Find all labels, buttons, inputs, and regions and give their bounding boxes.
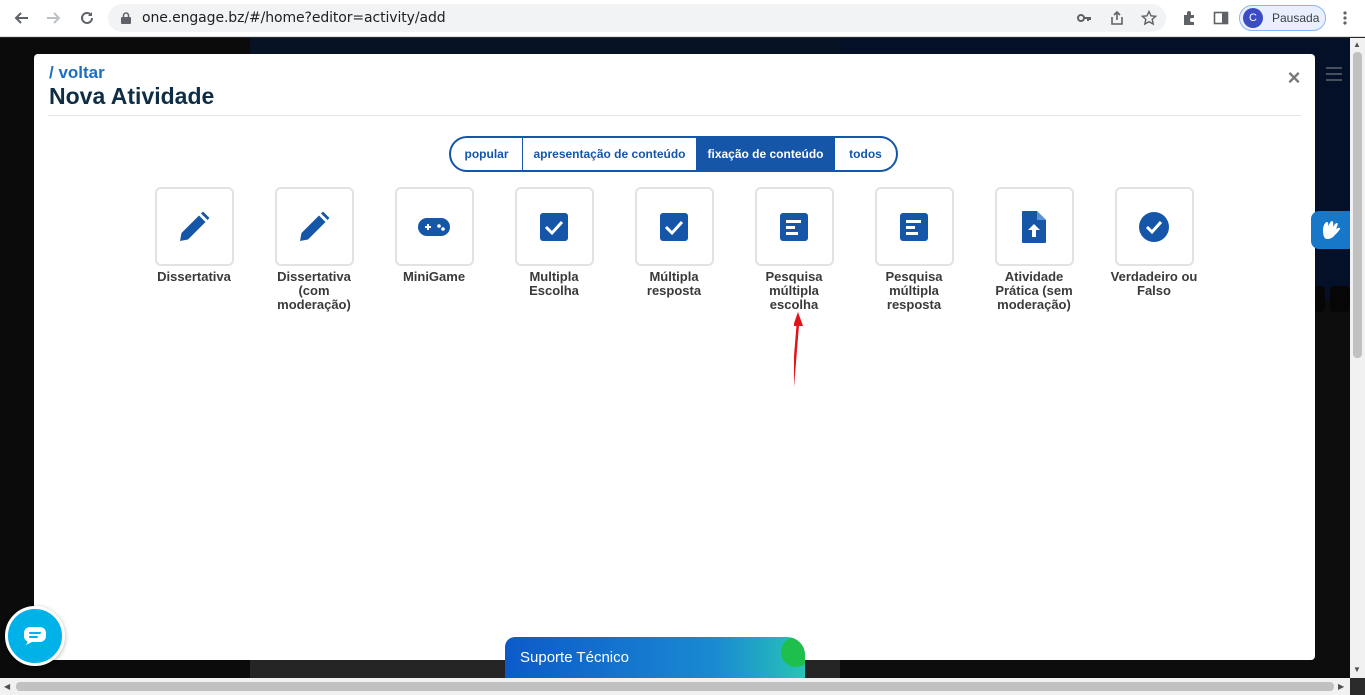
activity-card-pesquisa-multipla-resposta[interactable]: Pesquisa múltipla resposta: [859, 187, 969, 312]
activity-label: Verdadeiro ou Falso: [1110, 269, 1198, 298]
checkbox-icon: [660, 212, 688, 241]
activity-icon-box: [394, 187, 474, 266]
check-circle-icon: [1139, 211, 1169, 242]
close-icon[interactable]: ×: [1285, 67, 1303, 89]
activity-card-dissertativa[interactable]: Dissertativa: [139, 187, 249, 284]
new-activity-modal: / voltar Nova Atividade × popular aprese…: [34, 54, 1315, 660]
activity-card-pesquisa-multipla-escolha[interactable]: Pesquisa múltipla escolha: [739, 187, 849, 312]
tab-apresentacao[interactable]: apresentação de conteúdo: [523, 138, 697, 170]
activity-card-multipla-escolha[interactable]: Multipla Escolha: [499, 187, 609, 298]
activity-icon-box: [1114, 187, 1194, 266]
profile-button[interactable]: C Pausada: [1239, 5, 1326, 31]
activity-icon-box: [274, 187, 354, 266]
vertical-scrollbar[interactable]: ▲ ▼: [1350, 38, 1365, 678]
pencil-icon: [180, 211, 210, 241]
back-arrow-icon[interactable]: [9, 7, 33, 29]
support-label: Suporte Técnico: [520, 649, 629, 666]
activity-icon-box: [634, 187, 714, 266]
activity-card-minigame[interactable]: MiniGame: [379, 187, 489, 284]
activity-label: Dissertativa (com moderação): [277, 269, 351, 312]
avatar: C: [1243, 8, 1263, 28]
tab-fixacao[interactable]: fixação de conteúdo: [697, 138, 835, 170]
activity-icon-box: [154, 187, 234, 266]
poll-icon: [900, 212, 928, 241]
chat-widget-button[interactable]: [5, 606, 65, 666]
back-link[interactable]: / voltar: [49, 63, 105, 83]
star-icon[interactable]: [1140, 9, 1158, 27]
activity-label: Pesquisa múltipla escolha: [765, 269, 823, 312]
chat-icon: [24, 627, 46, 645]
divider: [48, 115, 1301, 116]
category-tabs: popular apresentação de conteúdo fixação…: [449, 136, 898, 172]
checkbox-icon: [540, 212, 568, 241]
key-icon[interactable]: [1075, 9, 1093, 27]
activity-label: Múltipla resposta: [646, 269, 702, 298]
activity-label: MiniGame: [402, 269, 466, 284]
profile-label: Pausada: [1272, 11, 1320, 25]
reload-icon[interactable]: [75, 7, 99, 29]
horizontal-scroll-thumb[interactable]: [16, 682, 1334, 691]
extensions-icon[interactable]: [1177, 7, 1201, 29]
browser-toolbar: one.engage.bz/#/home?editor=activity/add…: [0, 0, 1365, 37]
activity-label: Pesquisa múltipla resposta: [885, 269, 943, 312]
poll-icon: [780, 212, 808, 241]
activity-icon-box: [514, 187, 594, 266]
annotation-arrow: [794, 312, 803, 388]
activity-label: Multipla Escolha: [529, 269, 579, 298]
activity-icon-box: [754, 187, 834, 266]
activity-card-multipla-resposta[interactable]: Múltipla resposta: [619, 187, 729, 298]
support-button[interactable]: Suporte Técnico: [505, 637, 805, 678]
activity-card-dissertativa-moderacao[interactable]: Dissertativa (com moderação): [259, 187, 369, 312]
scroll-up-icon[interactable]: ▲: [1353, 40, 1361, 49]
sign-language-icon[interactable]: [1311, 211, 1350, 249]
activity-label: Atividade Prática (sem moderação): [995, 269, 1073, 312]
forward-arrow-icon[interactable]: [42, 7, 66, 29]
tab-todos[interactable]: todos: [835, 138, 896, 170]
gamepad-icon: [418, 217, 450, 236]
url-text[interactable]: one.engage.bz/#/home?editor=activity/add: [142, 10, 446, 26]
file-upload-icon: [1022, 210, 1046, 243]
activity-label: Dissertativa: [157, 269, 231, 284]
more-menu-icon[interactable]: [1333, 7, 1357, 29]
scroll-left-icon[interactable]: ◀: [4, 682, 10, 691]
activity-icon-box: [994, 187, 1074, 266]
modal-title: Nova Atividade: [49, 83, 215, 109]
vertical-scroll-thumb[interactable]: [1353, 52, 1362, 358]
pencil-icon: [300, 211, 330, 241]
lock-icon: [121, 12, 131, 24]
scroll-down-icon[interactable]: ▼: [1353, 665, 1361, 674]
share-icon[interactable]: [1108, 9, 1126, 27]
activity-icon-box: [874, 187, 954, 266]
activity-card-atividade-pratica[interactable]: Atividade Prática (sem moderação): [979, 187, 1089, 312]
address-bar[interactable]: one.engage.bz/#/home?editor=activity/add: [108, 4, 1166, 32]
horizontal-scrollbar[interactable]: ◀ ▶: [0, 678, 1350, 695]
side-panel-icon[interactable]: [1209, 7, 1233, 29]
tab-popular[interactable]: popular: [451, 138, 523, 170]
support-status-indicator: [781, 637, 805, 667]
activity-card-verdadeiro-falso[interactable]: Verdadeiro ou Falso: [1099, 187, 1209, 298]
scroll-right-icon[interactable]: ▶: [1338, 682, 1344, 691]
